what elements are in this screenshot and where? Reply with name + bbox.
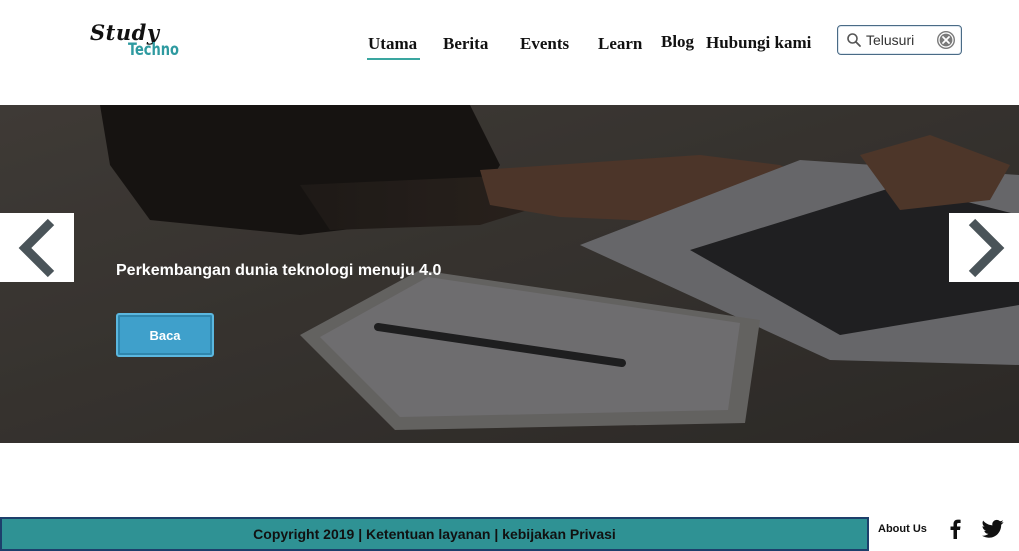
search-input[interactable]	[866, 31, 936, 49]
about-us-link[interactable]: About Us	[878, 523, 927, 535]
nav-item-berita[interactable]: Berita	[443, 34, 488, 54]
footer-bar: Copyright 2019 | Ketentuan layanan | keb…	[0, 517, 869, 551]
brand-logo[interactable]: Study Techno	[90, 20, 190, 64]
twitter-icon[interactable]	[982, 519, 1004, 539]
close-circle-icon[interactable]	[936, 30, 956, 50]
site-header: Study Techno Utama Berita Events Learn B…	[0, 0, 1019, 105]
hero-carousel: Perkembangan dunia teknologi menuju 4.0 …	[0, 105, 1019, 443]
search-icon	[847, 33, 861, 47]
search-box[interactable]	[837, 25, 962, 55]
brand-logo-line2: Techno	[128, 40, 179, 60]
nav-item-blog[interactable]: Blog	[661, 32, 694, 52]
chevron-left-icon	[18, 218, 55, 277]
copyright-text: Copyright 2019 | Ketentuan layanan | keb…	[253, 526, 616, 542]
chevron-right-icon	[968, 218, 1005, 277]
facebook-icon[interactable]	[948, 519, 962, 539]
hero-caption: Perkembangan dunia teknologi menuju 4.0	[116, 262, 442, 279]
nav-item-learn[interactable]: Learn	[598, 34, 642, 54]
nav-item-events[interactable]: Events	[520, 34, 569, 54]
nav-item-utama[interactable]: Utama	[366, 34, 421, 60]
carousel-prev-button[interactable]	[0, 213, 74, 282]
read-button[interactable]: Baca	[116, 313, 214, 357]
carousel-next-button[interactable]	[949, 213, 1019, 282]
nav-item-hubungi-kami[interactable]: Hubungi kami	[706, 33, 811, 53]
